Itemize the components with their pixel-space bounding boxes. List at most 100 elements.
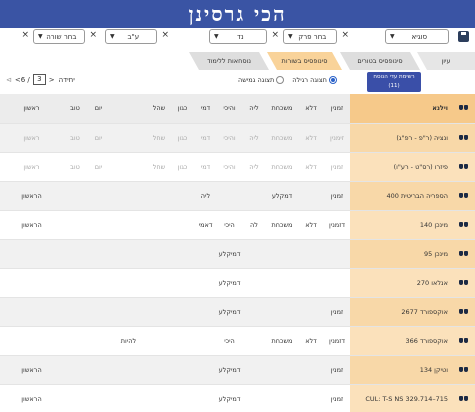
- word-cell: [87, 210, 110, 240]
- daf-select-label: נד: [237, 32, 244, 41]
- header-icon-cell: [452, 94, 475, 124]
- word-cell: לה: [242, 210, 266, 240]
- radio-regular[interactable]: [328, 76, 337, 84]
- binoculars-icon[interactable]: [459, 104, 468, 111]
- witness-name: מינכן 95: [350, 239, 452, 269]
- witness-name: מינכן 140: [350, 210, 452, 240]
- word-cell: [63, 210, 87, 240]
- header-col: כגון: [171, 94, 194, 124]
- tab-label: סינופסיס בטורים: [357, 57, 403, 65]
- word-cell: דזמנין: [324, 210, 350, 240]
- table-row: מינכן 95 דמיקלע: [0, 239, 475, 269]
- binoculars-icon[interactable]: [459, 192, 468, 198]
- word-cell: הראשון: [0, 181, 63, 211]
- amud-select-label: ע"ב: [127, 32, 140, 41]
- binoculars-icon[interactable]: [459, 163, 468, 169]
- prev-page-icon[interactable]: ⊲: [6, 76, 12, 84]
- clear-line-icon[interactable]: ×: [89, 30, 97, 40]
- binoculars-icon[interactable]: [459, 395, 468, 401]
- binoculars-icon[interactable]: [459, 308, 468, 314]
- word-cell: [242, 239, 266, 269]
- word-cell: [147, 297, 171, 327]
- word-cell: זמנין: [324, 355, 350, 385]
- app-title: הכי גרסינן: [188, 1, 287, 26]
- tab-synopsis-rows[interactable]: סינופסיס בשורות: [267, 52, 342, 70]
- daf-select[interactable]: נד ▼: [209, 29, 267, 44]
- chevron-down-icon: ▼: [390, 33, 395, 40]
- word-cell: [217, 181, 242, 211]
- clear-line2-icon[interactable]: ×: [21, 30, 29, 40]
- word-cell: [171, 384, 194, 412]
- tab-study-versions[interactable]: נוסחאות ללימוד: [189, 52, 269, 70]
- word-cell: [87, 297, 110, 327]
- clear-perek-icon[interactable]: ×: [341, 30, 349, 40]
- word-cell: [194, 355, 217, 385]
- header-col: יום: [87, 94, 110, 124]
- header-col: דלא: [298, 94, 324, 124]
- word-cell: הראשון: [0, 210, 63, 240]
- word-cell: משכחת: [266, 123, 298, 153]
- clear-amud-icon[interactable]: ×: [161, 30, 169, 40]
- word-cell: [110, 268, 147, 298]
- binoculars-icon[interactable]: [459, 337, 468, 343]
- word-cell: [0, 268, 63, 298]
- perek-select[interactable]: בחר פרק ▼: [283, 29, 337, 44]
- next-arrow-icon[interactable]: >: [49, 76, 55, 84]
- word-cell: דמיקלע: [217, 268, 242, 298]
- word-cell: ראשון: [0, 123, 63, 153]
- word-cell: [63, 239, 87, 269]
- witness-list-button[interactable]: רשימת עדי הנוסח (11): [367, 72, 421, 92]
- binoculars-icon[interactable]: [459, 366, 468, 372]
- selector-toolbar: סוגיא ▼ בחר פרק ▼ נד ▼ ע"ב ▼ בחר שורה ▼ …: [0, 29, 475, 46]
- header-col: ליה: [242, 94, 266, 124]
- line-select[interactable]: בחר שורה ▼: [33, 29, 85, 44]
- word-cell: משכחת: [266, 152, 298, 182]
- word-cell: זמנין: [324, 384, 350, 412]
- clear-daf-icon[interactable]: ×: [271, 30, 279, 40]
- line-select-label: בחר שורה: [46, 32, 77, 41]
- amud-select[interactable]: ע"ב ▼: [105, 29, 157, 44]
- word-cell: [171, 355, 194, 385]
- word-cell: [147, 326, 171, 356]
- witness-name: וטיקן 134: [350, 355, 452, 385]
- word-cell: [171, 268, 194, 298]
- word-cell: [266, 297, 298, 327]
- word-cell: [171, 181, 194, 211]
- synopsis-table: וילנא זמנין דלא משכחת ליה והיכי דמי כגון שהל יום…: [0, 94, 475, 412]
- word-cell: הראשון: [0, 384, 63, 412]
- witness-name: ונציה (ר"פ - רפ"ג): [350, 123, 452, 153]
- tab-synopsis-columns[interactable]: סינופסיס בטורים: [340, 52, 420, 70]
- tab-label: עיון: [441, 57, 451, 65]
- word-cell: [110, 384, 147, 412]
- row-icon-cell: [452, 268, 475, 298]
- tab-label: סינופסיס בשורות: [281, 57, 328, 65]
- word-cell: [298, 355, 324, 385]
- word-cell: [266, 355, 298, 385]
- sugya-select[interactable]: סוגיא ▼: [385, 29, 449, 44]
- binoculars-icon[interactable]: [459, 279, 468, 285]
- header-col: דמי: [194, 94, 217, 124]
- word-cell: [242, 384, 266, 412]
- word-cell: [194, 384, 217, 412]
- binoculars-icon[interactable]: [459, 134, 468, 140]
- word-cell: דזמנין: [324, 326, 350, 356]
- binoculars-icon[interactable]: [459, 250, 468, 256]
- table-row: הספריה הבריטית 400 זמנין דמקלע ליה הראשון: [0, 181, 475, 211]
- witness-name: אוקספורד 2677: [350, 297, 452, 327]
- radio-flexible[interactable]: [276, 76, 285, 84]
- word-cell: [194, 239, 217, 269]
- header-col: טוב: [63, 94, 87, 124]
- word-cell: טוב: [63, 123, 87, 153]
- save-icon[interactable]: [458, 31, 469, 42]
- tab-iyun[interactable]: עיון: [417, 52, 475, 70]
- page-input[interactable]: 3: [32, 74, 46, 85]
- word-cell: [266, 239, 298, 269]
- word-cell: ליה: [242, 123, 266, 153]
- word-cell: יום: [87, 152, 110, 182]
- word-cell: זימנין: [324, 123, 350, 153]
- word-cell: [242, 268, 266, 298]
- word-cell: [147, 355, 171, 385]
- word-cell: ליה: [242, 152, 266, 182]
- binoculars-icon[interactable]: [459, 221, 468, 227]
- word-cell: [298, 297, 324, 327]
